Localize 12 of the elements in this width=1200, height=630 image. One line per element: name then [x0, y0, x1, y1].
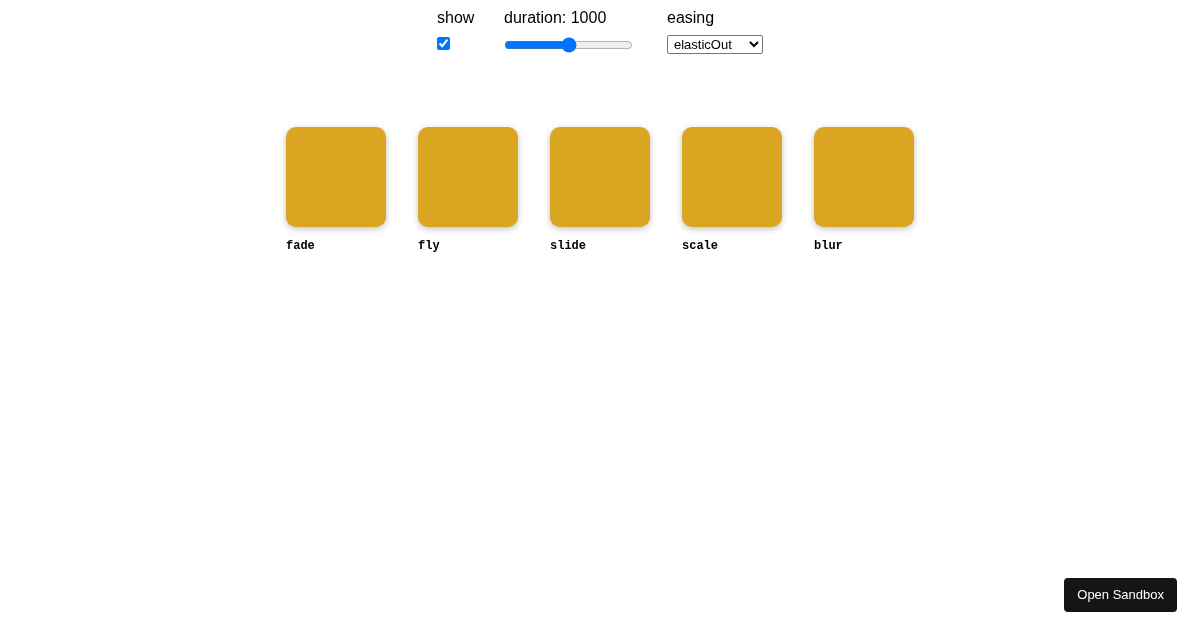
show-checkbox[interactable] [437, 37, 450, 50]
open-sandbox-button[interactable]: Open Sandbox [1064, 578, 1177, 612]
transition-label: scale [682, 239, 719, 253]
transition-label: blur [814, 239, 844, 253]
duration-label: duration: 1000 [504, 8, 607, 28]
easing-label: easing [667, 8, 715, 28]
show-label: show [437, 8, 475, 28]
duration-slider[interactable] [504, 37, 633, 53]
easing-select[interactable]: elasticOut [667, 35, 763, 54]
transition-label: fly [418, 239, 441, 253]
transition-label: fade [286, 239, 316, 253]
transition-label: slide [550, 239, 587, 253]
